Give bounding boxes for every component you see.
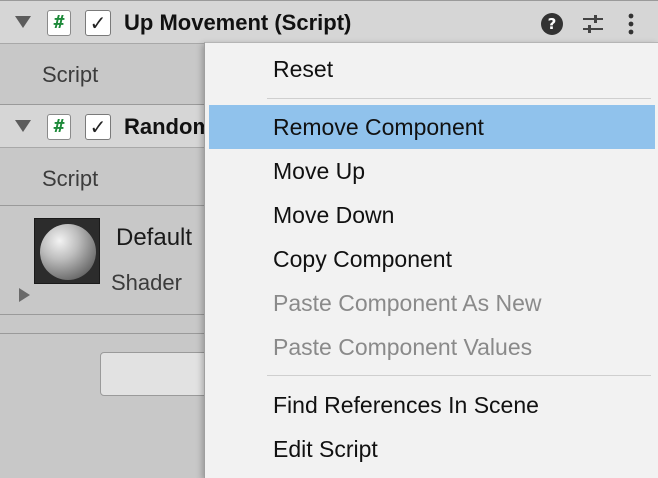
inspector-panel: # ✓ Up Movement (Script) ? Script # ✓ Ra…	[0, 0, 658, 478]
component-header-up-movement[interactable]: # ✓ Up Movement (Script) ?	[0, 0, 658, 44]
help-icon[interactable]: ?	[541, 13, 563, 35]
material-foldout-icon[interactable]	[19, 288, 30, 302]
menu-item-reset[interactable]: Reset	[209, 47, 655, 91]
component-context-menu: Reset Remove Component Move Up Move Down…	[204, 42, 658, 478]
menu-separator	[267, 375, 651, 376]
shader-label: Shader	[111, 270, 182, 295]
menu-item-find-references[interactable]: Find References In Scene	[209, 383, 655, 427]
component-title: Random	[124, 114, 212, 139]
material-name: Default	[116, 224, 193, 251]
menu-item-copy-component[interactable]: Copy Component	[209, 237, 655, 281]
menu-item-remove-component[interactable]: Remove Component	[209, 105, 655, 149]
menu-item-edit-script[interactable]: Edit Script	[209, 427, 655, 471]
menu-item-move-up[interactable]: Move Up	[209, 149, 655, 193]
sliders-icon[interactable]	[581, 13, 605, 35]
component-enabled-checkbox[interactable]: ✓	[85, 114, 111, 140]
component-enabled-checkbox[interactable]: ✓	[85, 10, 111, 36]
script-label: Script	[42, 62, 99, 87]
material-preview-sphere-icon	[34, 218, 100, 284]
script-label: Script	[42, 166, 99, 191]
component-title: Up Movement (Script)	[124, 10, 352, 35]
menu-item-paste-values: Paste Component Values	[273, 334, 533, 360]
menu-separator	[267, 98, 651, 99]
menu-item-paste-as-new: Paste Component As New	[273, 290, 542, 316]
foldout-arrow-icon[interactable]	[15, 120, 31, 132]
menu-item-move-down[interactable]: Move Down	[209, 193, 655, 237]
kebab-menu-icon[interactable]	[621, 11, 641, 37]
csharp-script-icon: #	[47, 114, 71, 140]
foldout-arrow-icon[interactable]	[15, 16, 31, 28]
csharp-script-icon: #	[47, 10, 71, 36]
